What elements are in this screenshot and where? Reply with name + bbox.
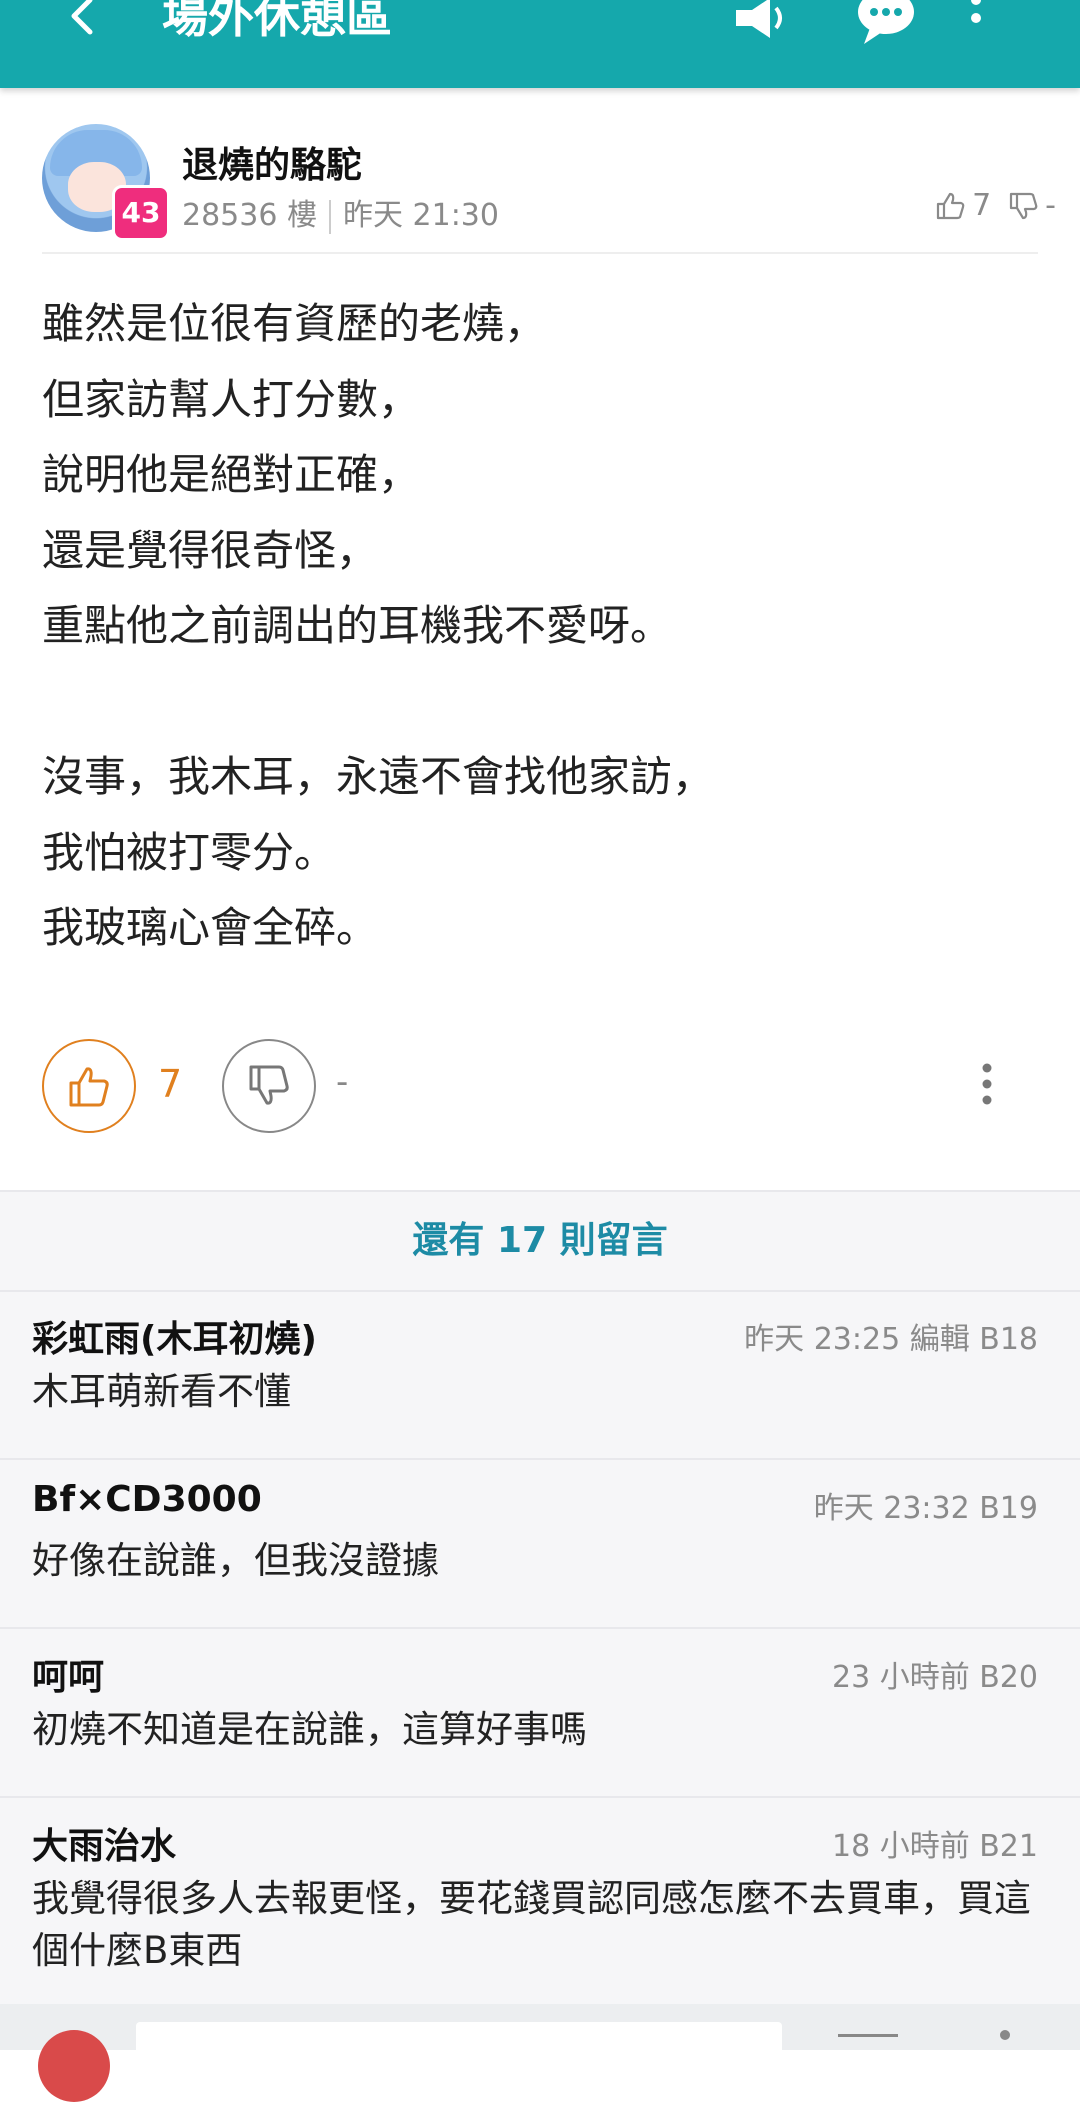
- page-title: 場外休憩區: [162, 0, 392, 43]
- comment-item[interactable]: 大雨治水 18 小時前 B21 我覺得很多人去報更怪，要花錢買認同感怎麼不去買車…: [0, 1797, 1080, 2003]
- top-app-bar: 場外休憩區: [0, 0, 1080, 88]
- comment-author[interactable]: 大雨治水: [32, 1817, 176, 1869]
- thumb-down-icon: [249, 1065, 289, 1105]
- mini-up-count: 7: [972, 188, 992, 223]
- comment-text: 好像在說誰，但我沒證據: [32, 1539, 439, 1582]
- post-meta: 28536 樓昨天 21:30: [182, 190, 499, 234]
- content-line: 重點他之前調出的耳機我不愛呀。: [42, 601, 673, 650]
- content-line: [42, 664, 1042, 740]
- more-vertical-icon[interactable]: [980, 1062, 994, 1106]
- content-line: 說明他是絕對正確，: [42, 450, 421, 499]
- user-avatar: [38, 2030, 110, 2102]
- comment-text: 初燒不知道是在說誰，這算好事嗎: [32, 1708, 587, 1751]
- comment-item[interactable]: 呵呵 23 小時前 B20 初燒不知道是在說誰，這算好事嗎: [0, 1628, 1080, 1798]
- comment-meta: 18 小時前 B21: [831, 1829, 1038, 1864]
- like-count: 7: [158, 1062, 183, 1106]
- content-line: 沒事，我木耳，永遠不會找他家訪，: [42, 752, 715, 801]
- comment-text: 我覺得很多人去報更怪，要花錢買認同感怎麼不去買車，買這個什麼B東西: [32, 1877, 1031, 1972]
- send-icon[interactable]: [1000, 2030, 1010, 2040]
- more-vertical-icon[interactable]: [966, 0, 986, 48]
- thumb-down-icon[interactable]: [1007, 190, 1039, 222]
- floor-number: 28536 樓: [182, 198, 317, 233]
- post-time: 昨天 21:30: [342, 198, 499, 233]
- content-line: 還是覺得很奇怪，: [42, 525, 379, 575]
- thumb-up-icon[interactable]: [934, 190, 966, 222]
- chat-bubble-icon[interactable]: [856, 0, 916, 48]
- level-badge: 43: [112, 185, 170, 241]
- like-button[interactable]: [42, 1039, 136, 1133]
- dislike-count: -: [336, 1062, 349, 1102]
- thumb-up-icon: [69, 1067, 109, 1107]
- comment-meta: 昨天 23:32 B19: [813, 1491, 1038, 1526]
- back-arrow-icon[interactable]: [62, 0, 102, 36]
- mini-vote-summary: 7 -: [934, 188, 1056, 223]
- reply-bar: [0, 2004, 1080, 2102]
- content-line: 雖然是位很有資歷的老燒，: [42, 299, 547, 348]
- comment-author[interactable]: Bf×CD3000: [32, 1479, 262, 1520]
- more-comments-link[interactable]: 還有 17 則留言: [0, 1190, 1080, 1292]
- mini-down-count: -: [1045, 188, 1056, 223]
- author-name[interactable]: 退燒的駱駝: [182, 136, 362, 188]
- megaphone-icon[interactable]: [730, 0, 790, 48]
- comment-text: 木耳萌新看不懂: [32, 1370, 291, 1413]
- meta-separator: [328, 199, 331, 234]
- comment-meta: 昨天 23:25 編輯 B18: [744, 1322, 1038, 1357]
- emoji-icon[interactable]: [838, 2034, 898, 2047]
- comment-item[interactable]: 彩虹雨(木耳初燒) 昨天 23:25 編輯 B18 木耳萌新看不懂: [0, 1290, 1080, 1460]
- comment-author[interactable]: 彩虹雨(木耳初燒): [32, 1310, 317, 1362]
- reply-input[interactable]: [136, 2022, 782, 2082]
- dislike-button[interactable]: [222, 1039, 316, 1133]
- content-line: 我怕被打零分。: [42, 827, 337, 877]
- content-line: 但家訪幫人打分數，: [42, 374, 421, 424]
- comment-item[interactable]: Bf×CD3000 昨天 23:32 B19 好像在說誰，但我沒證據: [0, 1459, 1080, 1629]
- header-divider: [42, 252, 1038, 254]
- content-line: 我玻璃心會全碎。: [42, 903, 379, 952]
- comment-meta: 23 小時前 B20: [831, 1660, 1038, 1695]
- post-content: 雖然是位很有資歷的老燒， 但家訪幫人打分數， 說明他是絕對正確， 還是覺得很奇怪…: [42, 286, 1042, 966]
- comment-author[interactable]: 呵呵: [32, 1648, 104, 1700]
